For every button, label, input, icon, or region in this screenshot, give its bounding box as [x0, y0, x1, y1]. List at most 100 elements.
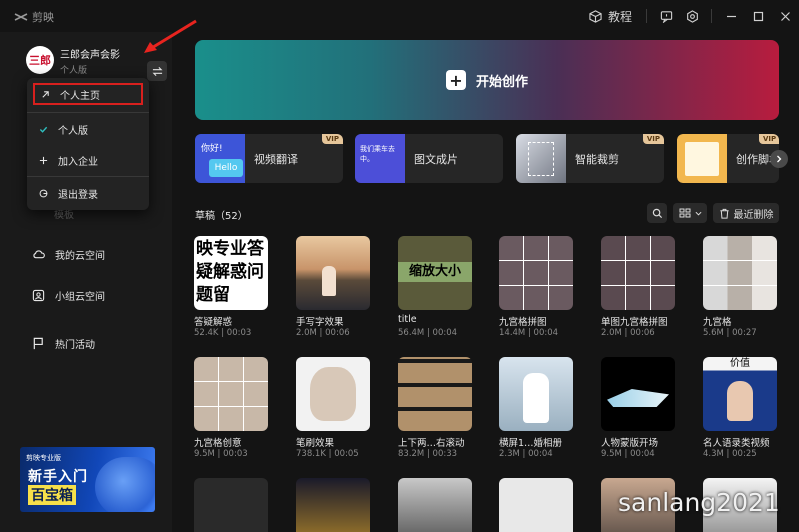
draft-thumbnail[interactable]: [296, 357, 370, 431]
draft-thumbnail[interactable]: [398, 357, 472, 431]
tool-smart-crop[interactable]: 智能裁剪 VIP: [516, 134, 664, 183]
tools-next-button[interactable]: [770, 150, 788, 168]
draft-thumbnail[interactable]: [499, 236, 573, 310]
draft-thumbnail[interactable]: [296, 236, 370, 310]
start-creating-button[interactable]: + 开始创作: [195, 40, 779, 120]
draft-card[interactable]: 横屏1…婚相册 2.3M | 00:04: [499, 357, 573, 459]
menu-item-label: 加入企业: [58, 156, 98, 168]
draft-thumbnail[interactable]: [194, 357, 268, 431]
draft-thumbnail[interactable]: 映专业答疑解惑问题留: [194, 236, 268, 310]
draft-card[interactable]: 人物蒙版开场 9.5M | 00:04: [601, 357, 675, 459]
banner-tag: 剪映专业版: [26, 454, 61, 462]
draft-card[interactable]: 九宫格创意 9.5M | 00:03: [194, 357, 268, 459]
draft-meta: 9.5M | 00:03: [194, 449, 248, 459]
draft-thumbnail[interactable]: [499, 478, 573, 532]
tool-video-translate[interactable]: 你好! Hello 视频翻译 VIP: [195, 134, 343, 183]
titlebar-divider: [711, 9, 712, 23]
draft-thumbnail[interactable]: [499, 357, 573, 431]
chevron-down-icon: [695, 211, 701, 216]
drafts-search-button[interactable]: [647, 203, 667, 223]
banner-subtitle: 百宝箱: [28, 485, 76, 505]
feedback-button[interactable]: [653, 0, 679, 32]
titlebar-divider: [646, 9, 647, 23]
menu-item-homepage[interactable]: 个人主页: [33, 83, 143, 105]
draft-thumbnail[interactable]: [703, 236, 777, 310]
maximize-button[interactable]: [745, 0, 772, 32]
minimize-button[interactable]: [718, 0, 745, 32]
menu-item-label: 个人主页: [60, 90, 100, 102]
tutorial-label: 教程: [607, 9, 632, 24]
arrow-up-right-icon: [42, 90, 49, 98]
draft-card[interactable]: 单图九宫格拼图 2.0M | 00:06: [601, 236, 675, 338]
thumb-text: 我们乘车去中。: [360, 145, 395, 163]
draft-meta: 2.0M | 00:06: [296, 328, 350, 338]
draft-title: 上下两…右滚动: [398, 438, 465, 449]
logout-icon: [39, 189, 48, 197]
thumbnail-overlay-text: 映专业答疑解惑问题留: [196, 239, 264, 305]
menu-item-personal[interactable]: 个人版: [33, 118, 143, 140]
draft-card[interactable]: 映专业答疑解惑问题留 答疑解惑 52.4K | 00:03: [194, 236, 268, 338]
sidebar-item-my-cloud[interactable]: 我的云空间: [32, 245, 105, 263]
draft-thumbnail[interactable]: [601, 357, 675, 431]
draft-card[interactable]: 价值 名人语录类视频 4.3M | 00:25: [703, 357, 777, 459]
sidebar-item-team-cloud[interactable]: 小组云空间: [32, 286, 105, 304]
draft-meta: 52.4K | 00:03: [194, 328, 252, 338]
draft-thumbnail[interactable]: [398, 478, 472, 532]
draft-card[interactable]: 缩放大小 title 56.4M | 00:04: [398, 236, 472, 338]
draft-title: 九宫格创意: [194, 438, 242, 449]
start-creating-label: 开始创作: [475, 74, 528, 90]
menu-item-label: 退出登录: [58, 189, 98, 201]
close-icon: [781, 11, 790, 21]
draft-card[interactable]: [296, 478, 370, 532]
draft-title: 答疑解惑: [194, 317, 233, 328]
draft-thumbnail[interactable]: [601, 236, 675, 310]
draft-card[interactable]: 笔刷效果 738.1K | 00:05: [296, 357, 370, 459]
draft-card[interactable]: [398, 478, 472, 532]
settings-button[interactable]: [679, 0, 705, 32]
draft-thumbnail[interactable]: 价值: [703, 357, 777, 431]
swap-icon: [152, 66, 162, 76]
plus-icon: +: [445, 70, 466, 90]
newbie-guide-banner[interactable]: 剪映专业版 新手入门 百宝箱: [20, 447, 155, 512]
profile-name: 三郎会声会影: [60, 50, 120, 61]
check-icon: [39, 126, 48, 133]
gear-icon: [686, 9, 698, 23]
sidebar-item-label: 我的云空间: [55, 250, 105, 262]
trash-icon: [719, 208, 729, 219]
close-button[interactable]: [772, 0, 799, 32]
draft-thumbnail[interactable]: [296, 478, 370, 532]
banner-decoration: [95, 457, 155, 512]
draft-card[interactable]: [499, 478, 573, 532]
profile-card[interactable]: 三郎 三郎会声会影 个人版: [21, 44, 167, 81]
switch-account-button[interactable]: [147, 61, 167, 81]
video-translate-thumbnail: 你好! Hello: [195, 134, 245, 183]
draft-meta: 2.0M | 00:06: [601, 328, 655, 338]
draft-thumbnail[interactable]: [194, 478, 268, 532]
view-mode-toggle[interactable]: [673, 203, 707, 223]
tool-label: 智能裁剪: [575, 153, 619, 166]
menu-item-join-enterprise[interactable]: 加入企业: [33, 149, 143, 171]
menu-item-logout[interactable]: 退出登录: [33, 182, 143, 204]
menu-divider: [27, 176, 149, 177]
tutorial-button[interactable]: 教程: [581, 0, 640, 32]
draft-title: 九宫格: [703, 317, 732, 328]
draft-card[interactable]: 九宫格拼图 14.4M | 00:04: [499, 236, 573, 338]
tool-creation-script[interactable]: 创作脚本 VIP: [677, 134, 779, 183]
avatar[interactable]: 三郎: [26, 46, 54, 74]
message-icon: [660, 10, 672, 23]
search-icon: [652, 208, 662, 218]
recently-deleted-label: 最近删除: [733, 209, 774, 221]
draft-thumbnail[interactable]: 缩放大小: [398, 236, 472, 310]
draft-card[interactable]: 九宫格 5.6M | 00:27: [703, 236, 777, 338]
draft-card[interactable]: 手写字效果 2.0M | 00:06: [296, 236, 370, 338]
draft-card[interactable]: 上下两…右滚动 83.2M | 00:33: [398, 357, 472, 459]
recently-deleted-button[interactable]: 最近删除: [713, 203, 779, 223]
thumbnail-overlay-text: 价值: [730, 358, 750, 369]
draft-card[interactable]: [194, 478, 268, 532]
tool-text-to-video[interactable]: 我们乘车去中。 图文成片: [355, 134, 503, 183]
draft-meta: 83.2M | 00:33: [398, 449, 458, 459]
draft-title: 单图九宫格拼图: [601, 317, 668, 328]
draft-title: 横屏1…婚相册: [499, 438, 563, 449]
thumb-text: 你好!: [201, 144, 223, 154]
sidebar-item-hot-events[interactable]: 热门活动: [32, 334, 95, 352]
